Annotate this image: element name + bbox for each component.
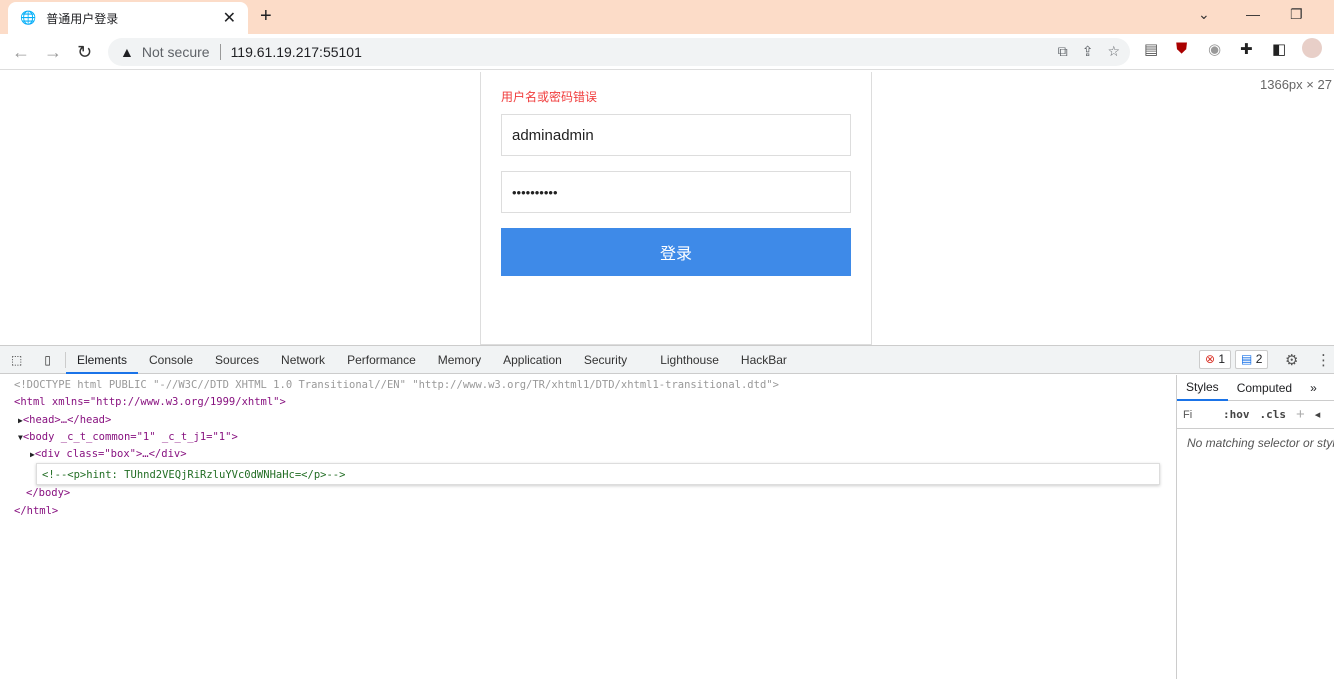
error-icon: ⊗ [1205, 352, 1216, 366]
dom-html-close[interactable]: </html> [0, 503, 1176, 520]
url-text[interactable]: 119.61.19.217:55101 [231, 44, 362, 60]
tab-search-icon[interactable]: ⌄ [1198, 6, 1210, 23]
error-count-badge[interactable]: ⊗ 1 [1199, 350, 1232, 369]
devtools-tabbar: ⬚ ▯ Elements Console Sources Network Per… [0, 346, 1334, 374]
dom-div-box[interactable]: <div class="box">…</div> [35, 448, 187, 460]
dom-doctype[interactable]: <!DOCTYPE html PUBLIC "-//W3C//DTD XHTML… [0, 377, 1176, 394]
restore-button[interactable]: ❐ [1290, 6, 1303, 23]
error-message: 用户名或密码错误 [501, 90, 598, 104]
message-count-badge[interactable]: ▤ 2 [1235, 350, 1269, 369]
tab-security[interactable]: Security [573, 346, 649, 374]
extensions-icon[interactable]: ✚ [1240, 40, 1253, 58]
add-rule-icon[interactable]: + [1296, 406, 1305, 423]
password-input[interactable]: •••••••••• [501, 171, 851, 213]
globe-icon: 🌐 [20, 10, 37, 25]
login-box: 用户名或密码错误 adminadmin •••••••••• 登录 [480, 72, 872, 345]
message-icon: ▤ [1241, 352, 1253, 366]
tab-console[interactable]: Console [138, 346, 204, 374]
more-icon[interactable]: ⋮ [1316, 351, 1331, 369]
cls-toggle[interactable]: .cls [1260, 408, 1287, 421]
tab-elements[interactable]: Elements [65, 346, 138, 374]
error-count: 1 [1218, 352, 1226, 366]
camera-icon[interactable]: ◉ [1208, 40, 1221, 58]
back-button[interactable]: ← [12, 42, 30, 63]
tab-strip: 🌐 普通用户登录 ✕ + ⌄ — ❐ [0, 0, 1334, 34]
ublock-icon[interactable]: ⛊ [1176, 40, 1187, 57]
tab-computed[interactable]: Computed [1228, 376, 1301, 400]
tab-hackbar[interactable]: HackBar [730, 346, 798, 374]
no-match-message: No matching selector or style [1187, 436, 1334, 450]
star-icon[interactable]: ☆ [1107, 43, 1120, 60]
avatar[interactable] [1302, 38, 1322, 58]
dom-head[interactable]: <head>…</head> [23, 414, 112, 426]
browser-tab[interactable]: 🌐 普通用户登录 ✕ [8, 2, 248, 34]
new-tab-button[interactable]: + [260, 5, 272, 28]
message-count: 2 [1255, 352, 1263, 366]
sidebar-toggle-icon[interactable]: ◂ [1315, 408, 1321, 421]
styles-pane: Styles Computed » Fi :hov .cls + ◂ No ma… [1176, 375, 1334, 679]
hov-toggle[interactable]: :hov [1223, 408, 1250, 421]
tab-lighthouse[interactable]: Lighthouse [649, 346, 730, 374]
dom-hint-comment[interactable]: <!--<p>hint: TUhnd2VEQjRiRzluYVc0dWNHaHc… [36, 463, 1160, 486]
translate-icon[interactable]: ⧉ [1058, 43, 1068, 60]
browser-toolbar: ← → ↻ ▲ Not secure 119.61.19.217:55101 ⧉… [0, 34, 1334, 70]
divider [219, 44, 221, 60]
more-tabs-icon[interactable]: » [1301, 376, 1326, 400]
close-tab-icon[interactable]: ✕ [223, 8, 236, 28]
minimize-button[interactable]: — [1246, 6, 1260, 22]
dom-body-close[interactable]: </body> [0, 485, 1176, 502]
tab-network[interactable]: Network [270, 346, 336, 374]
tab-styles[interactable]: Styles [1177, 375, 1228, 401]
viewport-size-label: 1366px × 27 [1260, 77, 1332, 92]
tab-manager-icon[interactable]: ▤ [1144, 40, 1158, 58]
warning-icon: ▲ [120, 44, 134, 60]
login-button[interactable]: 登录 [501, 228, 851, 276]
dom-html-open[interactable]: <html xmlns="http://www.w3.org/1999/xhtm… [0, 394, 1176, 411]
dom-tree: <!DOCTYPE html PUBLIC "-//W3C//DTD XHTML… [0, 375, 1176, 520]
reload-button[interactable]: ↻ [77, 42, 92, 63]
dom-body-open[interactable]: <body _c_t_common="1" _c_t_j1="1"> [23, 431, 238, 443]
device-toggle-icon[interactable]: ▯ [33, 351, 66, 368]
tab-sources[interactable]: Sources [204, 346, 270, 374]
share-icon[interactable]: ⇪ [1082, 43, 1094, 60]
devtools-panel: ⬚ ▯ Elements Console Sources Network Per… [0, 345, 1334, 679]
address-bar[interactable]: ▲ Not secure 119.61.19.217:55101 ⧉ ⇪ ☆ [108, 38, 1130, 66]
settings-icon[interactable]: ⚙ [1285, 351, 1298, 369]
tab-performance[interactable]: Performance [336, 346, 427, 374]
forward-button[interactable]: → [44, 42, 62, 63]
tab-application[interactable]: Application [492, 346, 573, 374]
filter-input[interactable]: Fi [1183, 409, 1213, 421]
username-input[interactable]: adminadmin [501, 114, 851, 156]
security-label[interactable]: Not secure [142, 44, 210, 60]
side-panel-icon[interactable]: ◧ [1272, 40, 1286, 58]
tab-title: 普通用户登录 [46, 11, 119, 26]
tab-memory[interactable]: Memory [427, 346, 492, 374]
inspect-icon[interactable]: ⬚ [0, 346, 33, 374]
